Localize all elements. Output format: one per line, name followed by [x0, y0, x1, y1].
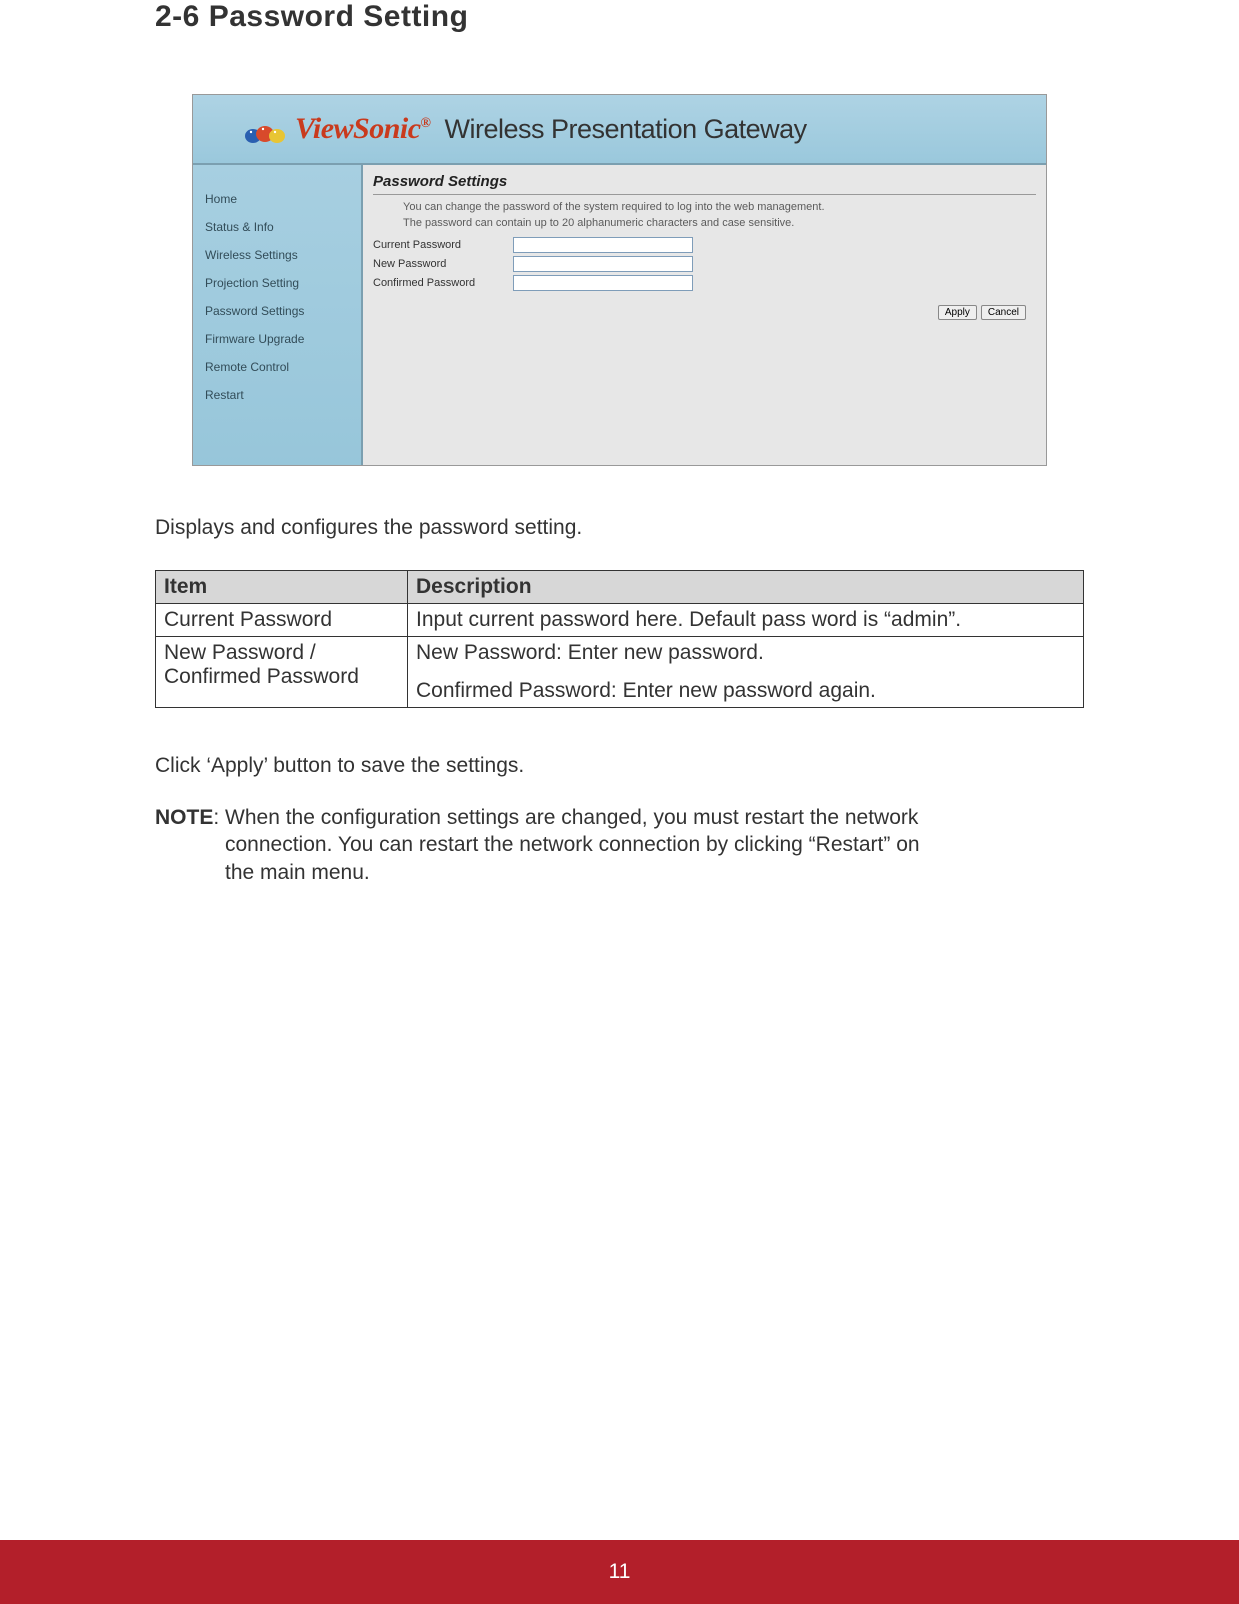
page-number: 11 — [609, 1560, 631, 1584]
note-label: NOTE — [155, 806, 213, 829]
section-title: 2-6 Password Setting — [155, 0, 1084, 34]
sidebar-item-wireless[interactable]: Wireless Settings — [205, 241, 357, 269]
table-row: New Password / Confirmed Password New Pa… — [156, 637, 1084, 708]
info-text-1: You can change the password of the syste… — [373, 201, 1036, 213]
sidebar-item-status[interactable]: Status & Info — [205, 213, 357, 241]
new-password-input[interactable] — [513, 256, 693, 272]
sidebar-item-projection[interactable]: Projection Setting — [205, 269, 357, 297]
table-row: Current Password Input current password … — [156, 604, 1084, 637]
apply-instruction: Click ‘Apply’ button to save the setting… — [155, 754, 1084, 778]
content-title: Password Settings — [373, 173, 1036, 195]
confirmed-password-label: Confirmed Password — [373, 277, 513, 289]
viewsonic-birds-icon — [243, 114, 287, 144]
intro-text: Displays and configures the password set… — [155, 516, 1084, 540]
current-password-input[interactable] — [513, 237, 693, 253]
note-text-1: : When the configuration settings are ch… — [213, 806, 918, 829]
brand-logo-text: ViewSonic® — [295, 112, 431, 146]
note-text-2: connection. You can restart the network … — [155, 831, 1084, 858]
confirmed-password-input[interactable] — [513, 275, 693, 291]
banner: ViewSonic® Wireless Presentation Gateway — [193, 95, 1046, 165]
note-text-3: the main menu. — [155, 859, 1084, 886]
content-panel: Password Settings You can change the pas… — [363, 165, 1046, 465]
sidebar-item-password[interactable]: Password Settings — [205, 297, 357, 325]
sidebar-item-firmware[interactable]: Firmware Upgrade — [205, 325, 357, 353]
table-cell-desc: New Password: Enter new password. Confir… — [408, 637, 1084, 708]
apply-button[interactable]: Apply — [938, 305, 977, 320]
sidebar-item-remote[interactable]: Remote Control — [205, 353, 357, 381]
table-header-row: Item Description — [156, 571, 1084, 604]
current-password-label: Current Password — [373, 239, 513, 251]
info-text-2: The password can contain up to 20 alphan… — [373, 217, 1036, 229]
password-settings-screenshot: ViewSonic® Wireless Presentation Gateway… — [192, 94, 1047, 466]
table-header-desc: Description — [408, 571, 1084, 604]
new-password-label: New Password — [373, 258, 513, 270]
sidebar-item-home[interactable]: Home — [205, 185, 357, 213]
table-cell-item: Current Password — [156, 604, 408, 637]
banner-title: Wireless Presentation Gateway — [445, 114, 807, 145]
page-footer: 11 — [0, 1540, 1239, 1604]
table-header-item: Item — [156, 571, 408, 604]
cancel-button[interactable]: Cancel — [981, 305, 1026, 320]
sidebar: Home Status & Info Wireless Settings Pro… — [193, 165, 363, 465]
note-block: NOTE: When the configuration settings ar… — [155, 804, 1084, 886]
table-cell-item: New Password / Confirmed Password — [156, 637, 408, 708]
description-table: Item Description Current Password Input … — [155, 570, 1084, 708]
table-cell-desc: Input current password here. Default pas… — [408, 604, 1084, 637]
sidebar-item-restart[interactable]: Restart — [205, 381, 357, 409]
